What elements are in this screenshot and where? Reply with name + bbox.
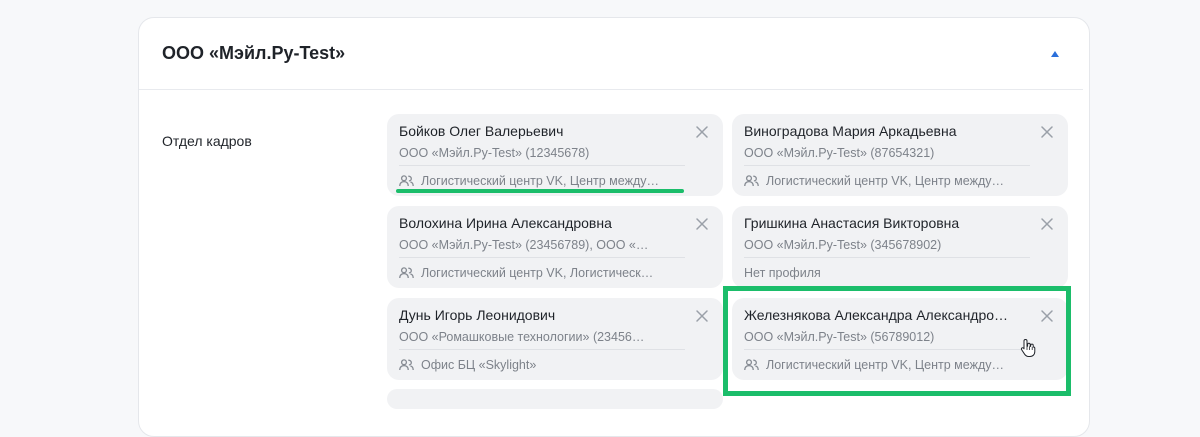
employee-profile: Логистический центр VK, Логистическ…: [399, 265, 683, 281]
employee-profile-text: Логистический центр VK, Центр между…: [766, 358, 1004, 372]
close-icon[interactable]: [695, 309, 709, 323]
employee-name: Виноградова Мария Аркадьевна: [744, 123, 957, 139]
users-icon: [399, 175, 414, 187]
users-icon: [399, 359, 414, 371]
card-divider: [399, 165, 685, 166]
employee-name: Гришкина Анастасия Викторовна: [744, 215, 960, 231]
department-label: Отдел кадров: [162, 133, 252, 149]
employee-card[interactable]: Виноградова Мария Аркадьевна ООО «Мэйл.Р…: [732, 114, 1068, 196]
users-icon: [744, 175, 759, 187]
card-divider: [744, 349, 1030, 350]
employee-org: ООО «Мэйл.Ру-Test» (12345678): [399, 146, 590, 160]
employee-name: Волохина Ирина Александровна: [399, 215, 612, 231]
employee-profile: Офис БЦ «Skylight»: [399, 357, 683, 373]
employee-card[interactable]: Бойков Олег Валерьевич ООО «Мэйл.Ру-Test…: [387, 114, 723, 196]
employee-profile-text: Логистический центр VK, Центр между…: [766, 174, 1004, 188]
employee-org: ООО «Мэйл.Ру-Test» (56789012): [744, 330, 935, 344]
users-icon: [744, 359, 759, 371]
employee-profile-text: Офис БЦ «Skylight»: [421, 358, 537, 372]
employee-profile: Логистический центр VK, Центр между…: [744, 357, 1028, 373]
annotation-underline: [396, 189, 684, 193]
employee-profile-text: Нет профиля: [744, 266, 821, 280]
card-divider: [744, 257, 1030, 258]
employee-card-partial[interactable]: [387, 389, 723, 409]
employee-profile: Нет профиля: [744, 265, 1006, 281]
card-divider: [399, 257, 685, 258]
users-icon: [399, 267, 414, 279]
hand-pointer-cursor-icon: [1020, 339, 1036, 357]
close-icon[interactable]: [695, 217, 709, 231]
employee-profile: Логистический центр VK, Центр между…: [744, 173, 1028, 189]
employee-name: Бойков Олег Валерьевич: [399, 123, 564, 139]
section-title: ООО «Мэйл.Ру-Test»: [162, 43, 346, 63]
employee-org: ООО «Мэйл.Ру-Test» (87654321): [744, 146, 935, 160]
employee-profile-text: Логистический центр VK, Логистическ…: [421, 266, 654, 280]
close-icon[interactable]: [1040, 125, 1054, 139]
collapse-button[interactable]: [1045, 44, 1065, 64]
close-icon[interactable]: [1040, 309, 1054, 323]
chevron-up-icon: [1051, 51, 1059, 57]
card-divider: [744, 165, 1030, 166]
close-icon[interactable]: [1040, 217, 1054, 231]
employee-card[interactable]: Гришкина Анастасия Викторовна ООО «Мэйл.…: [732, 206, 1068, 288]
employee-name: Железнякова Александра Александро…: [744, 307, 1009, 323]
employee-card[interactable]: Железнякова Александра Александро… ООО «…: [732, 298, 1068, 380]
employee-profile: Логистический центр VK, Центр между…: [399, 173, 683, 189]
employee-org: ООО «Мэйл.Ру-Test» (345678902): [744, 238, 942, 252]
employee-card[interactable]: Волохина Ирина Александровна ООО «Мэйл.Р…: [387, 206, 723, 288]
employee-card[interactable]: Дунь Игорь Леонидович ООО «Ромашковые те…: [387, 298, 723, 380]
close-icon[interactable]: [695, 125, 709, 139]
card-divider: [399, 349, 685, 350]
employee-profile-text: Логистический центр VK, Центр между…: [421, 174, 659, 188]
employee-org: ООО «Ромашковые технологии» (23456…: [399, 330, 645, 344]
employee-org: ООО «Мэйл.Ру-Test» (23456789), ООО «…: [399, 238, 649, 252]
employee-name: Дунь Игорь Леонидович: [399, 307, 556, 323]
divider: [139, 89, 1083, 90]
